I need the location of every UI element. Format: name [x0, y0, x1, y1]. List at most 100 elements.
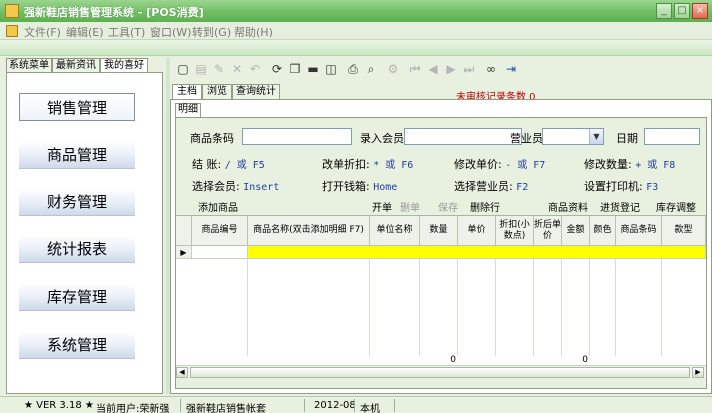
title-bar: 强新鞋店销售管理系统 - [POS消费] _ □ × [0, 0, 712, 22]
scroll-right-icon[interactable]: ▶ [692, 367, 704, 378]
delete-row-button[interactable]: 删除行 [470, 199, 500, 214]
save-icon[interactable]: ▬ [306, 62, 320, 76]
column-divider [457, 259, 458, 356]
column-divider [661, 259, 662, 356]
grid-footer: 0 0 [176, 355, 706, 365]
column-header[interactable]: 款型 [662, 216, 706, 246]
barcode-label: 商品条码 [190, 132, 234, 145]
column-header[interactable]: 数量 [420, 216, 458, 246]
status-divider [180, 399, 181, 412]
tab-query-stats[interactable]: 查询统计 [232, 84, 280, 99]
hotkey-clerk: 选择营业员: F2 [454, 180, 529, 193]
toolbar: ▢ ▤ ✎ ✕ ↶ ⟳ ❐ ▬ ◫ ⎙ ⌕ ⚙ ⏮ ◀ ▶ ⏭ ∞ ⇥ [170, 58, 712, 82]
menu-bar: 文件(F) 编辑(E) 工具(T) 窗口(W) 转到(G) 帮助(H) [0, 22, 712, 40]
open-icon[interactable]: ▤ [194, 62, 208, 76]
column-header[interactable]: 折扣(小数点) [496, 216, 534, 246]
nav-sales-management[interactable]: 销售管理 [19, 93, 135, 121]
next-icon[interactable]: ▶ [444, 62, 458, 76]
status-bar: ★ VER 3.18 ★ 当前用户:荣新强 强新鞋店销售帐套 2012-08 本… [0, 396, 712, 413]
purchase-register-button[interactable]: 进货登记 [600, 199, 640, 214]
menu-edit[interactable]: 编辑(E) [66, 24, 104, 40]
status-divider [354, 399, 355, 412]
chevron-down-icon[interactable]: ▼ [589, 129, 603, 144]
detail-area: 商品条码 录入会员 营业员 ▼ 日期 结 账: / 或 F5 改单折扣: * 或… [175, 117, 707, 389]
settings-icon[interactable]: ⚙ [386, 62, 400, 76]
clerk-label: 营业员 [510, 132, 543, 145]
nav-system-management[interactable]: 系统管理 [19, 331, 135, 359]
add-goods-button[interactable]: 添加商品 [198, 199, 238, 214]
horizontal-scrollbar[interactable]: ◀ ▶ [176, 365, 706, 378]
column-header[interactable]: 商品编号 [192, 216, 248, 246]
scroll-left-icon[interactable]: ◀ [176, 367, 188, 378]
date-input[interactable] [644, 128, 700, 145]
menu-tools[interactable]: 工具(T) [108, 24, 145, 40]
hotkey-price: 修改单价: - 或 F7 [454, 158, 546, 171]
cell-selected-row[interactable] [248, 246, 706, 259]
cell-goods-id[interactable] [192, 246, 248, 259]
main-tabs: 主档 浏览 查询统计 [170, 84, 712, 99]
menu-file[interactable]: 文件(F) [24, 24, 61, 40]
stock-adjust-button[interactable]: 库存调整 [656, 199, 696, 214]
nav-finance-management[interactable]: 财务管理 [19, 188, 135, 216]
main-area: 明细 商品条码 录入会员 营业员 ▼ 日期 结 账: / 或 F5 改单折扣: … [170, 99, 712, 394]
last-icon[interactable]: ⏭ [462, 62, 476, 76]
window-title: 强新鞋店销售管理系统 - [POS消费] [24, 6, 204, 19]
column-header[interactable]: 颜色 [590, 216, 616, 246]
hotkey-printer: 设置打印机: F3 [584, 180, 659, 193]
column-header[interactable]: 折后单价 [534, 216, 562, 246]
hotkey-checkout: 结 账: / 或 F5 [192, 158, 265, 171]
column-header[interactable]: 商品名称(双击添加明细 F7) [248, 216, 370, 246]
column-header[interactable]: 金额 [562, 216, 590, 246]
print-icon[interactable]: ⎙ [346, 62, 360, 76]
member-input[interactable] [404, 128, 522, 145]
prev-icon[interactable]: ◀ [426, 62, 440, 76]
column-divider [369, 259, 370, 356]
delete-order-button[interactable]: 删单 [400, 199, 420, 214]
binoculars-icon[interactable]: ∞ [484, 62, 498, 76]
delete-icon[interactable]: ✕ [230, 62, 244, 76]
scroll-thumb[interactable] [190, 367, 690, 378]
clerk-select[interactable]: ▼ [542, 128, 604, 145]
edit-icon[interactable]: ✎ [212, 62, 226, 76]
exit-icon[interactable]: ⇥ [504, 62, 518, 76]
tab-browse[interactable]: 浏览 [202, 84, 232, 99]
maximize-button[interactable]: □ [674, 3, 690, 19]
minimize-button[interactable]: _ [656, 3, 672, 19]
preview-icon[interactable]: ◫ [324, 62, 338, 76]
tab-master[interactable]: 主档 [172, 84, 202, 99]
status-divider [394, 399, 395, 412]
tab-detail[interactable]: 明细 [175, 103, 201, 117]
close-button[interactable]: × [692, 3, 708, 19]
qty-total: 0 [450, 355, 456, 365]
nav-inventory-management[interactable]: 库存管理 [19, 283, 135, 311]
tab-system-menu[interactable]: 系统菜单 [6, 58, 52, 73]
menu-goto[interactable]: 转到(G) [192, 24, 231, 40]
hotkey-member: 选择会员: Insert [192, 180, 280, 193]
barcode-input[interactable] [242, 128, 352, 145]
menu-help[interactable]: 帮助(H) [234, 24, 273, 40]
new-icon[interactable]: ▢ [176, 62, 190, 76]
column-divider [615, 259, 616, 356]
table-row[interactable]: ▶ [176, 246, 706, 259]
column-divider [495, 259, 496, 356]
refresh-icon[interactable]: ⟳ [270, 62, 284, 76]
nav-statistics-reports[interactable]: 统计报表 [19, 235, 135, 263]
column-header[interactable]: 单位名称 [370, 216, 420, 246]
first-icon[interactable]: ⏮ [408, 62, 422, 76]
date-label: 日期 [616, 132, 638, 145]
menu-window[interactable]: 窗口(W) [150, 24, 191, 40]
tab-latest-news[interactable]: 最新资讯 [52, 58, 100, 73]
save-button[interactable]: 保存 [438, 199, 458, 214]
copy-icon[interactable]: ❐ [288, 62, 302, 76]
open-order-button[interactable]: 开单 [372, 199, 392, 214]
document-icon [6, 25, 18, 37]
toolbar-band [0, 40, 712, 56]
search-icon[interactable]: ⌕ [364, 62, 378, 76]
detail-grid: 商品编号 商品名称(双击添加明细 F7) 单位名称 数量 单价 折扣(小数点) … [176, 215, 706, 365]
accounting-period: 2012-08 [314, 400, 356, 411]
undo-icon[interactable]: ↶ [248, 62, 262, 76]
nav-goods-management[interactable]: 商品管理 [19, 141, 135, 169]
column-header[interactable]: 单价 [458, 216, 496, 246]
column-header[interactable]: 商品条码 [616, 216, 662, 246]
goods-info-button[interactable]: 商品资料 [548, 199, 588, 214]
